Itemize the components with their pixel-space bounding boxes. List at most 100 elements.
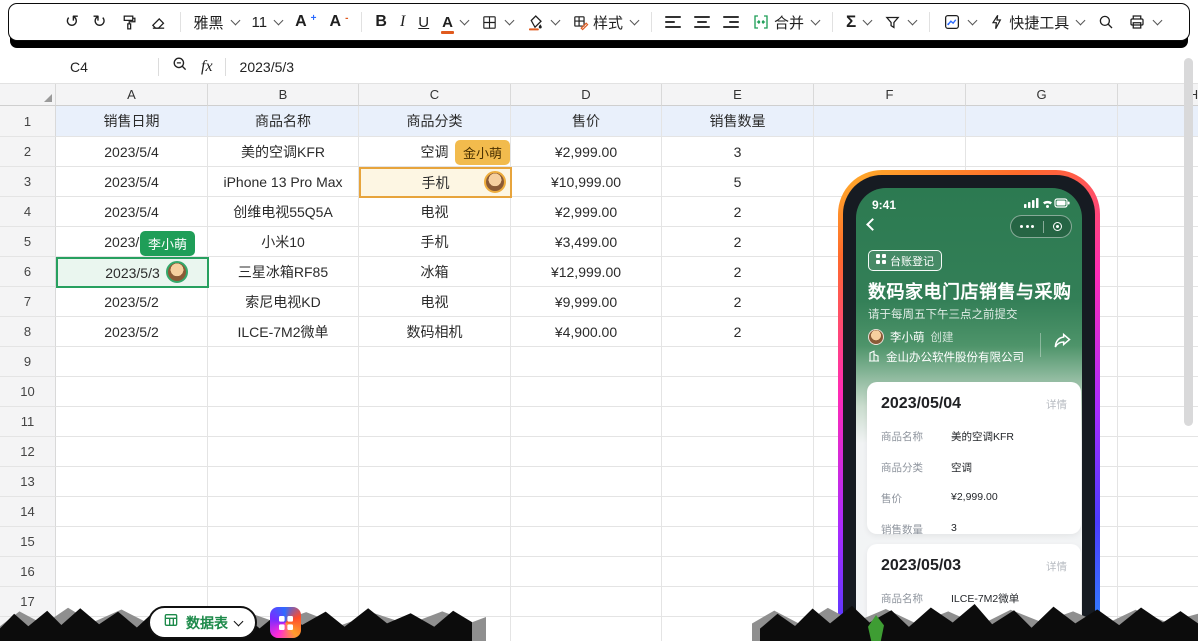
grid-cell[interactable] bbox=[208, 377, 359, 407]
grid-cell[interactable]: 销售日期 bbox=[56, 106, 208, 137]
grid-cell[interactable]: 小米10 bbox=[208, 227, 359, 257]
autosum-button[interactable]: Σ bbox=[846, 12, 871, 32]
grid-cell[interactable]: 冰箱 bbox=[359, 257, 511, 287]
row-header[interactable]: 14 bbox=[0, 497, 56, 527]
row-header[interactable]: 6 bbox=[0, 257, 56, 287]
grid-cell[interactable]: 2 bbox=[662, 287, 814, 317]
insert-function-button[interactable]: fx bbox=[201, 58, 213, 76]
miniprogram-capsule[interactable] bbox=[1010, 215, 1072, 238]
row-header[interactable]: 4 bbox=[0, 197, 56, 227]
grid-cell[interactable] bbox=[662, 587, 814, 617]
grid-cell[interactable] bbox=[359, 347, 511, 377]
grid-cell[interactable] bbox=[511, 437, 662, 467]
zoom-out-button[interactable] bbox=[171, 55, 189, 78]
grid-cell[interactable] bbox=[208, 437, 359, 467]
column-header[interactable]: B bbox=[208, 84, 359, 106]
grid-cell[interactable] bbox=[966, 137, 1118, 167]
grid-cell[interactable] bbox=[966, 106, 1118, 137]
align-center-button[interactable] bbox=[694, 16, 710, 28]
grid-cell[interactable] bbox=[662, 407, 814, 437]
font-family-select[interactable]: 雅黑 bbox=[194, 12, 239, 33]
grid-cell[interactable] bbox=[814, 137, 966, 167]
grid-cell[interactable]: iPhone 13 Pro Max bbox=[208, 167, 359, 197]
grid-cell[interactable]: ¥3,499.00 bbox=[511, 227, 662, 257]
grid-cell[interactable] bbox=[662, 437, 814, 467]
more-icon[interactable] bbox=[1020, 225, 1034, 228]
grid-cell[interactable]: 售价 bbox=[511, 106, 662, 137]
grid-cell[interactable] bbox=[56, 437, 208, 467]
grid-cell[interactable]: ¥9,999.00 bbox=[511, 287, 662, 317]
grid-cell[interactable] bbox=[359, 587, 511, 617]
grid-cell[interactable] bbox=[208, 467, 359, 497]
grid-cell[interactable]: 三星冰箱RF85 bbox=[208, 257, 359, 287]
row-header[interactable]: 13 bbox=[0, 467, 56, 497]
grid-cell[interactable]: 2 bbox=[662, 197, 814, 227]
bold-button[interactable]: B bbox=[375, 13, 387, 31]
grid-cell[interactable] bbox=[662, 557, 814, 587]
grid-cell[interactable]: ILCE-7M2微单 bbox=[208, 317, 359, 347]
increase-font-button[interactable]: A+ bbox=[295, 13, 316, 31]
align-left-button[interactable] bbox=[665, 16, 681, 28]
row-header[interactable]: 5 bbox=[0, 227, 56, 257]
grid-cell[interactable] bbox=[208, 557, 359, 587]
grid-cell[interactable]: 商品分类 bbox=[359, 106, 511, 137]
underline-button[interactable]: U bbox=[418, 14, 429, 31]
grid-cell[interactable] bbox=[1118, 497, 1198, 527]
grid-cell[interactable]: 销售数量 bbox=[662, 106, 814, 137]
grid-cell[interactable] bbox=[511, 557, 662, 587]
grid-cell[interactable]: 2023/5/4 bbox=[56, 197, 208, 227]
grid-cell[interactable] bbox=[511, 407, 662, 437]
record-card[interactable]: 2023/05/04 详情 商品名称美的空调KFR 商品分类空调 售价¥2,99… bbox=[867, 382, 1081, 534]
column-header[interactable]: D bbox=[511, 84, 662, 106]
grid-cell[interactable]: 2023/5/4 bbox=[56, 167, 208, 197]
grid-cell[interactable] bbox=[208, 527, 359, 557]
italic-button[interactable]: I bbox=[400, 13, 405, 31]
grid-cell[interactable] bbox=[662, 467, 814, 497]
grid-cell[interactable] bbox=[56, 557, 208, 587]
grid-cell[interactable] bbox=[56, 497, 208, 527]
grid-cell[interactable]: ¥2,999.00 bbox=[511, 197, 662, 227]
grid-cell[interactable] bbox=[208, 497, 359, 527]
share-button[interactable] bbox=[1052, 332, 1072, 357]
grid-cell[interactable] bbox=[1118, 557, 1198, 587]
grid-cell[interactable] bbox=[1118, 527, 1198, 557]
grid-cell[interactable] bbox=[511, 347, 662, 377]
grid-cell[interactable]: ¥10,999.00 bbox=[511, 167, 662, 197]
grid-cell[interactable] bbox=[662, 377, 814, 407]
row-header[interactable]: 7 bbox=[0, 287, 56, 317]
grid-cell[interactable] bbox=[56, 347, 208, 377]
row-header[interactable]: 12 bbox=[0, 437, 56, 467]
close-record-icon[interactable] bbox=[1053, 222, 1062, 231]
print-button[interactable] bbox=[1128, 13, 1161, 31]
detail-link[interactable]: 详情 bbox=[1046, 397, 1067, 412]
borders-button[interactable] bbox=[481, 14, 513, 31]
grid-cell[interactable]: 电视 bbox=[359, 197, 511, 227]
grid-cell[interactable] bbox=[511, 617, 662, 641]
grid-cell[interactable]: 索尼电视KD bbox=[208, 287, 359, 317]
grid-cell[interactable] bbox=[511, 527, 662, 557]
row-header[interactable]: 8 bbox=[0, 317, 56, 347]
search-button[interactable] bbox=[1097, 13, 1115, 31]
grid-cell[interactable]: 5 bbox=[662, 167, 814, 197]
insert-chart-button[interactable] bbox=[943, 13, 976, 31]
grid-cell[interactable] bbox=[662, 527, 814, 557]
merge-cells-button[interactable]: 合并 bbox=[752, 12, 819, 33]
column-header[interactable]: F bbox=[814, 84, 966, 106]
quick-tools-button[interactable]: 快捷工具 bbox=[989, 12, 1084, 33]
select-all-corner[interactable] bbox=[0, 84, 56, 106]
grid-cell[interactable]: 2023/5/2 bbox=[56, 317, 208, 347]
vertical-scrollbar[interactable] bbox=[1184, 58, 1193, 426]
row-header[interactable]: 15 bbox=[0, 527, 56, 557]
font-size-select[interactable]: 11 bbox=[252, 14, 283, 31]
grid-cell[interactable]: 数码相机 bbox=[359, 317, 511, 347]
grid-cell[interactable]: 美的空调KFR bbox=[208, 137, 359, 167]
grid-cell[interactable] bbox=[359, 437, 511, 467]
column-header[interactable]: C bbox=[359, 84, 511, 106]
fill-color-button[interactable] bbox=[526, 13, 559, 31]
column-header[interactable]: A bbox=[56, 84, 208, 106]
row-header[interactable]: 9 bbox=[0, 347, 56, 377]
clear-format-button[interactable] bbox=[150, 14, 167, 31]
grid-cell[interactable] bbox=[359, 377, 511, 407]
grid-cell[interactable] bbox=[511, 377, 662, 407]
row-header[interactable]: 10 bbox=[0, 377, 56, 407]
